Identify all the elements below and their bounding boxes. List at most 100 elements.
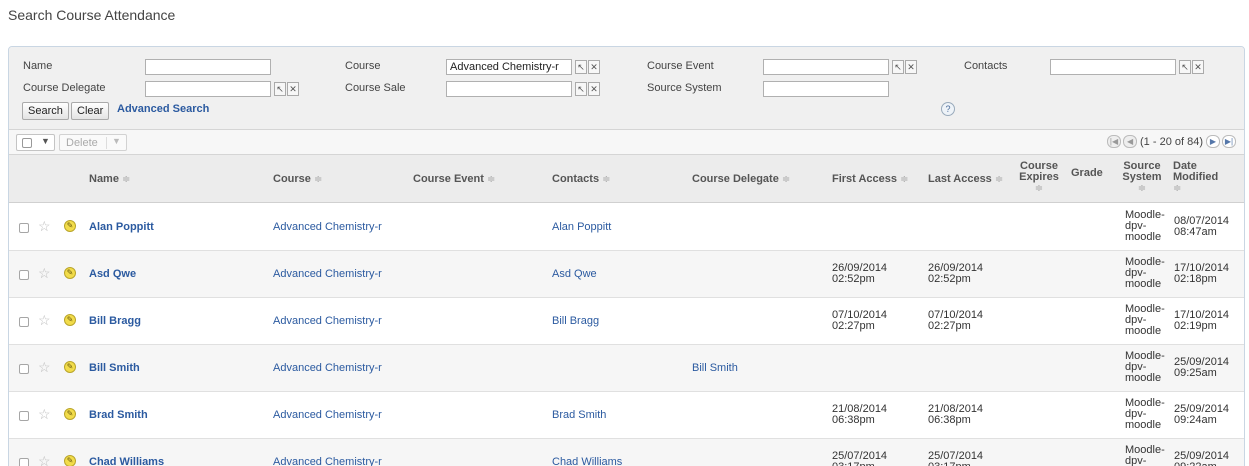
row-checkbox[interactable] xyxy=(19,270,29,280)
contacts-select-icon[interactable]: ↖ xyxy=(1179,60,1191,74)
column-course-delegate[interactable]: Course Delegate ≑ xyxy=(692,173,790,185)
help-icon[interactable]: ? xyxy=(941,102,955,116)
clear-button[interactable]: Clear xyxy=(71,102,110,120)
column-grade[interactable]: Grade xyxy=(1071,167,1103,179)
sort-icon[interactable]: ≑ xyxy=(1138,183,1146,194)
edit-icon[interactable]: ✎ xyxy=(64,267,76,279)
search-button[interactable]: Search xyxy=(22,102,69,120)
row-name-link[interactable]: Bill Smith xyxy=(89,362,140,374)
pagination: |◀ ◀ (1 - 20 of 84) ▶ ▶| xyxy=(1107,135,1236,148)
star-icon[interactable]: ☆ xyxy=(38,312,51,329)
delete-button[interactable]: Delete ▼ xyxy=(59,134,127,151)
sort-icon[interactable]: ≑ xyxy=(782,174,790,185)
course-clear-icon[interactable]: ✕ xyxy=(588,60,600,74)
row-checkbox[interactable] xyxy=(19,317,29,327)
course-label: Course xyxy=(345,60,381,72)
row-course-link[interactable]: Advanced Chemistry-r xyxy=(273,268,382,280)
column-contacts[interactable]: Contacts ≑ xyxy=(552,173,611,185)
row-last-access: 25/07/201403:17pm xyxy=(928,450,984,466)
column-source-system[interactable]: Source System ≑ xyxy=(1122,161,1162,195)
course-select-icon[interactable]: ↖ xyxy=(575,60,587,74)
star-icon[interactable]: ☆ xyxy=(38,265,51,282)
sort-icon[interactable]: ≑ xyxy=(122,174,130,185)
star-icon[interactable]: ☆ xyxy=(38,218,51,235)
column-first-access[interactable]: First Access ≑ xyxy=(832,173,908,185)
first-page-icon[interactable]: |◀ xyxy=(1107,135,1122,148)
sort-icon[interactable]: ≑ xyxy=(1173,183,1181,194)
row-course-link[interactable]: Advanced Chemistry-r xyxy=(273,456,382,466)
column-course-event[interactable]: Course Event ≑ xyxy=(413,173,495,185)
course-sale-field[interactable] xyxy=(446,81,572,97)
column-name[interactable]: Name ≑ xyxy=(89,173,130,185)
row-name-link[interactable]: Bill Bragg xyxy=(89,315,141,327)
column-course-expires[interactable]: Course Expires ≑ xyxy=(1019,161,1059,195)
row-contacts-link[interactable]: Asd Qwe xyxy=(552,268,597,280)
row-checkbox[interactable] xyxy=(19,458,29,466)
course-delegate-select-icon[interactable]: ↖ xyxy=(274,82,286,96)
course-delegate-clear-icon[interactable]: ✕ xyxy=(287,82,299,96)
contacts-field[interactable] xyxy=(1050,59,1176,75)
name-field[interactable] xyxy=(145,59,271,75)
sort-icon[interactable]: ≑ xyxy=(487,174,495,185)
row-first-access: 25/07/201403:17pm xyxy=(832,450,888,466)
row-course-link[interactable]: Advanced Chemistry-r xyxy=(273,409,382,421)
column-course[interactable]: Course ≑ xyxy=(273,173,322,185)
sort-icon[interactable]: ≑ xyxy=(314,174,322,185)
sort-icon[interactable]: ≑ xyxy=(1035,183,1043,194)
edit-icon[interactable]: ✎ xyxy=(64,455,76,466)
star-icon[interactable]: ☆ xyxy=(38,406,51,423)
source-system-field[interactable] xyxy=(763,81,889,97)
row-checkbox[interactable] xyxy=(19,364,29,374)
course-delegate-field[interactable] xyxy=(145,81,271,97)
row-name-link[interactable]: Asd Qwe xyxy=(89,268,136,280)
course-field[interactable] xyxy=(446,59,572,75)
edit-icon[interactable]: ✎ xyxy=(64,361,76,373)
search-form: Name Course ↖ ✕ Course Event ↖ ✕ Contact… xyxy=(9,47,1244,130)
edit-icon[interactable]: ✎ xyxy=(64,220,76,232)
row-contacts-link[interactable]: Brad Smith xyxy=(552,409,606,421)
contacts-clear-icon[interactable]: ✕ xyxy=(1192,60,1204,74)
table-row: ☆ ✎ Brad Smith Advanced Chemistry-r Brad Smi… xyxy=(9,392,1244,439)
prev-page-icon[interactable]: ◀ xyxy=(1123,135,1138,148)
course-sale-select-icon[interactable]: ↖ xyxy=(575,82,587,96)
row-first-access: 07/10/2014 02:27pm xyxy=(832,309,888,332)
course-sale-clear-icon[interactable]: ✕ xyxy=(588,82,600,96)
sort-icon[interactable]: ≑ xyxy=(995,174,1003,185)
row-source-system: Moodle-dpv-moodle xyxy=(1125,256,1165,290)
row-delegate-link[interactable]: Bill Smith xyxy=(692,362,738,374)
row-source-system: Moodle-dpv-moodle xyxy=(1125,303,1165,337)
row-name-link[interactable]: Alan Poppitt xyxy=(89,221,154,233)
attendance-panel: Name Course ↖ ✕ Course Event ↖ ✕ Contact… xyxy=(8,46,1245,466)
table-row: ☆ ✎ Asd Qwe Advanced Chemistry-r Asd Qwe 26/0… xyxy=(9,251,1244,298)
row-contacts-link[interactable]: Bill Bragg xyxy=(552,315,599,327)
sort-icon[interactable]: ≑ xyxy=(900,174,908,185)
row-course-link[interactable]: Advanced Chemistry-r xyxy=(273,315,382,327)
row-date-modified: 25/09/2014 09:24am xyxy=(1174,403,1230,426)
row-name-link[interactable]: Brad Smith xyxy=(89,409,148,421)
row-contacts-link[interactable]: Chad Williams xyxy=(552,456,622,466)
row-course-link[interactable]: Advanced Chemistry-r xyxy=(273,221,382,233)
course-event-select-icon[interactable]: ↖ xyxy=(892,60,904,74)
star-icon[interactable]: ☆ xyxy=(38,453,51,466)
advanced-search-link[interactable]: Advanced Search xyxy=(117,103,209,115)
row-checkbox[interactable] xyxy=(19,411,29,421)
row-checkbox[interactable] xyxy=(19,223,29,233)
column-last-access[interactable]: Last Access ≑ xyxy=(928,173,1003,185)
select-all-checkbox-icon[interactable] xyxy=(22,138,32,148)
edit-icon[interactable]: ✎ xyxy=(64,408,76,420)
delete-chevron-down-icon[interactable]: ▼ xyxy=(112,136,121,146)
page-title: Search Course Attendance xyxy=(8,7,176,23)
row-name-link[interactable]: Chad Williams xyxy=(89,456,164,466)
sort-icon[interactable]: ≑ xyxy=(602,174,610,185)
course-event-clear-icon[interactable]: ✕ xyxy=(905,60,917,74)
chevron-down-icon[interactable]: ▼ xyxy=(41,136,50,146)
edit-icon[interactable]: ✎ xyxy=(64,314,76,326)
column-date-modified[interactable]: Date Modified ≑ xyxy=(1173,161,1218,195)
select-all-dropdown[interactable]: ▼ xyxy=(16,134,55,151)
row-contacts-link[interactable]: Alan Poppitt xyxy=(552,221,611,233)
star-icon[interactable]: ☆ xyxy=(38,359,51,376)
last-page-icon[interactable]: ▶| xyxy=(1222,135,1236,148)
next-page-icon[interactable]: ▶ xyxy=(1206,135,1220,148)
row-course-link[interactable]: Advanced Chemistry-r xyxy=(273,362,382,374)
course-event-field[interactable] xyxy=(763,59,889,75)
